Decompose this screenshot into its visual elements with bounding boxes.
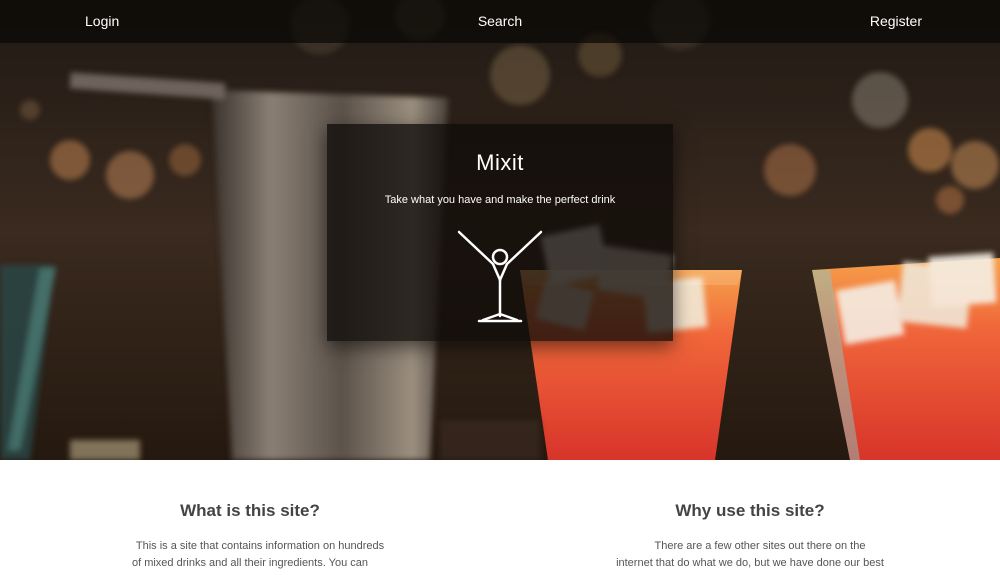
tagline: Take what you have and make the perfect … (384, 194, 616, 206)
why-text: There are a few other sites out there on… (616, 540, 884, 575)
about-column: What is this site? This is a site that c… (115, 460, 385, 575)
hero-panel: Mixit Take what you have and make the pe… (327, 124, 673, 341)
register-link[interactable]: Register (870, 0, 922, 43)
about-heading: What is this site? (180, 501, 320, 520)
top-navbar: Login Search Register (0, 0, 1000, 43)
site-title: Mixit (476, 150, 524, 175)
login-link[interactable]: Login (85, 0, 119, 43)
why-heading: Why use this site? (675, 501, 825, 520)
about-text: This is a site that contains information… (124, 540, 385, 575)
search-link-container: Search (0, 0, 1000, 43)
info-section: What is this site? This is a site that c… (0, 460, 1000, 575)
cocktail-glass-figure-icon (457, 230, 543, 323)
why-column: Why use this site? There are a few other… (615, 460, 885, 575)
search-link[interactable]: Search (478, 13, 522, 29)
